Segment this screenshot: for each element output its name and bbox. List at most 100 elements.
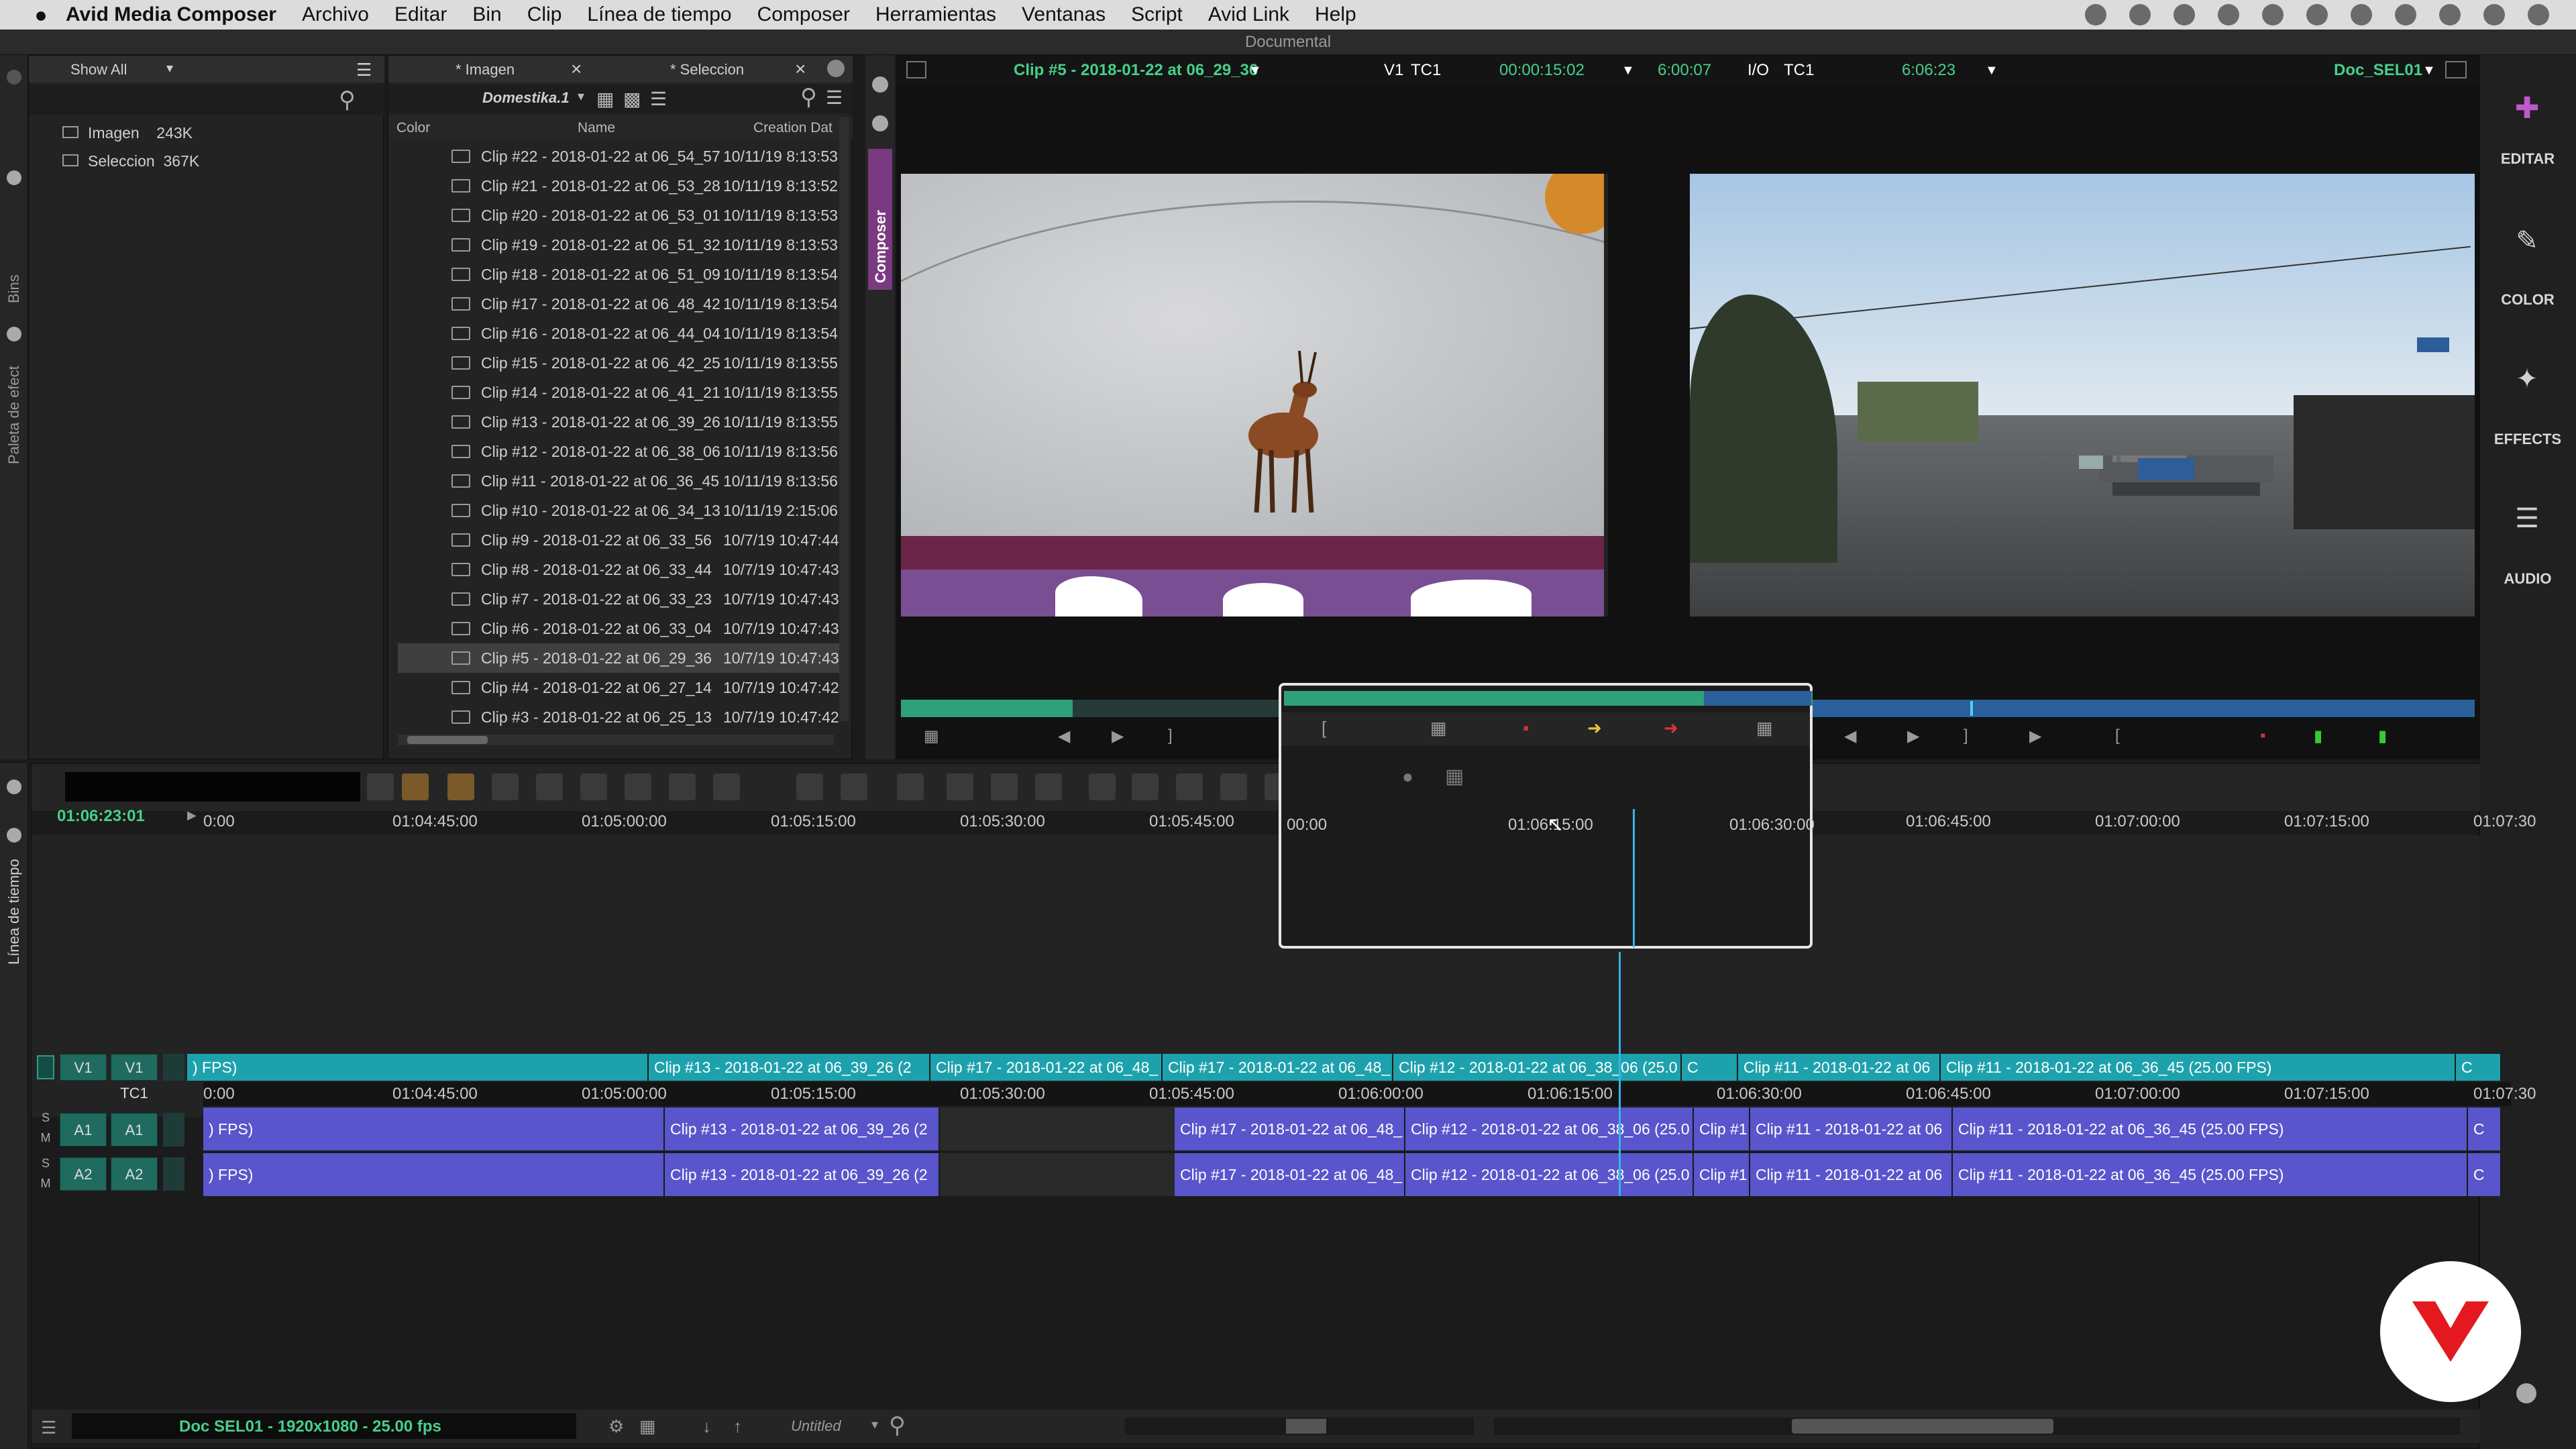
tab-seleccion[interactable]: * Seleccion: [670, 61, 744, 78]
timeline-scroll-thumb[interactable]: [1792, 1419, 2053, 1434]
search-icon[interactable]: ⚲: [339, 87, 356, 113]
play-icon[interactable]: ▶: [1112, 727, 1124, 746]
col-color[interactable]: Color: [396, 120, 430, 136]
bluetooth-icon[interactable]: [2306, 4, 2328, 25]
hamburger-icon[interactable]: ☰: [356, 60, 372, 80]
timeline-tab[interactable]: Línea de tiempo: [5, 859, 23, 965]
mark-out-icon[interactable]: ]: [1168, 727, 1173, 745]
notification-icon[interactable]: [2528, 4, 2549, 25]
panel-menu-icon[interactable]: [2516, 1383, 2536, 1403]
chevron-down-icon[interactable]: ▾: [578, 88, 584, 105]
bin-h-scrollbar[interactable]: [398, 735, 834, 745]
menu-ventanas[interactable]: Ventanas: [1022, 3, 1106, 26]
a1-lock[interactable]: [163, 1113, 184, 1146]
render-icon[interactable]: [841, 773, 867, 800]
layout-icon[interactable]: ▦: [639, 1416, 656, 1437]
search-icon[interactable]: [2439, 4, 2461, 25]
panel-menu-icon[interactable]: [827, 60, 845, 77]
close-icon[interactable]: [872, 115, 888, 131]
clip-row[interactable]: Clip #18 - 2018-01-22 at 06_51_09 10/11/1…: [398, 260, 841, 289]
v1-source-label[interactable]: V1: [60, 1054, 107, 1081]
a1-clip[interactable]: Clip #13 - 2018-01-22 at 06_39_26 (2: [665, 1108, 940, 1150]
a1-clip[interactable]: Clip #11 - 2018-01-22 at 06: [1750, 1108, 1953, 1150]
panel-menu-icon[interactable]: [7, 780, 21, 794]
v1-clip[interactable]: Clip #11 - 2018-01-22 at 06_36_45 (25.00…: [1941, 1054, 2456, 1081]
step-back-icon[interactable]: ◀: [1058, 727, 1070, 746]
cloud-icon[interactable]: [2174, 4, 2195, 25]
v1-lock[interactable]: [163, 1054, 184, 1081]
a2-source-label[interactable]: A2: [60, 1157, 107, 1191]
clip-row[interactable]: Clip #21 - 2018-01-22 at 06_53_28 10/11/1…: [398, 171, 841, 201]
mark-in-icon[interactable]: [: [2115, 727, 2120, 745]
menu-bin[interactable]: Bin: [472, 3, 501, 26]
a1-clip[interactable]: C: [2468, 1108, 2502, 1150]
hamburger-icon[interactable]: ☰: [41, 1417, 56, 1438]
clip-row[interactable]: Clip #20 - 2018-01-22 at 06_53_01 10/11/1…: [398, 201, 841, 230]
v1-clip[interactable]: Clip #17 - 2018-01-22 at 06_48_: [1163, 1054, 1393, 1081]
extract-icon[interactable]: [536, 773, 563, 800]
close-icon[interactable]: ×: [571, 58, 582, 80]
a1-clip[interactable]: ) FPS): [203, 1108, 665, 1150]
mark-out-icon[interactable]: ]: [1964, 727, 1968, 745]
clip-row[interactable]: Clip #9 - 2018-01-22 at 06_33_56 10/7/19 …: [398, 525, 841, 555]
menu-linea-de-tiempo[interactable]: Línea de tiempo: [587, 3, 731, 26]
script-view-icon[interactable]: ☰: [650, 88, 667, 110]
clip-row[interactable]: Clip #13 - 2018-01-22 at 06_39_26 10/11/1…: [398, 407, 841, 437]
segment-icon[interactable]: [625, 773, 651, 800]
tab-imagen[interactable]: * Imagen: [455, 61, 515, 78]
audio-waveform-icon[interactable]: ☰: [2510, 503, 2544, 538]
menu-app[interactable]: Avid Media Composer: [66, 3, 276, 26]
grid-view-icon[interactable]: ▩: [623, 88, 641, 110]
play-icon[interactable]: ▶: [1907, 727, 1919, 746]
bin-item-imagen[interactable]: Imagen 243K: [62, 119, 199, 147]
menu-editar[interactable]: Editar: [394, 3, 447, 26]
v1-clip[interactable]: C: [1682, 1054, 1738, 1081]
step-back-icon[interactable]: ◀: [1844, 727, 1856, 746]
col-creation-date[interactable]: Creation Dat: [753, 120, 833, 136]
splice-in-icon[interactable]: [402, 773, 429, 800]
menu-clip[interactable]: Clip: [527, 3, 562, 26]
clip-row[interactable]: Clip #14 - 2018-01-22 at 06_41_21 10/11/1…: [398, 378, 841, 407]
zoom-playhead[interactable]: [1633, 809, 1635, 947]
bin-view-select[interactable]: Domestika.1: [482, 89, 570, 107]
timeline-menu-icon[interactable]: [367, 773, 394, 800]
v1-record-label[interactable]: V1: [111, 1054, 158, 1081]
a2-solo-mute[interactable]: SM: [37, 1153, 54, 1193]
menu-avid-link[interactable]: Avid Link: [1208, 3, 1289, 26]
a2-clip[interactable]: Clip #11 - 2018-01-22 at 06_36_45 (25.00…: [1953, 1153, 2468, 1196]
keyframe-icon[interactable]: [1176, 773, 1203, 800]
camera-icon[interactable]: ▦: [1445, 765, 1464, 788]
v1-clip[interactable]: Clip #11 - 2018-01-22 at 06: [1738, 1054, 1941, 1081]
clip-icon[interactable]: ▦: [1756, 718, 1773, 739]
v1-clip[interactable]: Clip #12 - 2018-01-22 at 06_38_06 (25.0: [1393, 1054, 1682, 1081]
bins-tab[interactable]: Bins: [5, 274, 23, 303]
a2-clip[interactable]: C: [2468, 1153, 2502, 1196]
mountain-icon[interactable]: [1220, 773, 1247, 800]
clip-row[interactable]: Clip #22 - 2018-01-22 at 06_54_57 10/11/1…: [398, 142, 841, 171]
clip-row[interactable]: Clip #19 - 2018-01-22 at 06_51_32 10/11/1…: [398, 230, 841, 260]
chevron-down-icon[interactable]: ▼: [1248, 56, 1262, 85]
ripple-icon[interactable]: [669, 773, 696, 800]
clip-row[interactable]: Clip #17 - 2018-01-22 at 06_48_42 10/11/1…: [398, 289, 841, 319]
bin-item-seleccion[interactable]: Seleccion 367K: [62, 147, 199, 175]
v1-clip[interactable]: ) FPS): [187, 1054, 649, 1081]
menu-herramientas[interactable]: Herramientas: [875, 3, 996, 26]
effects-tab[interactable]: Paleta de efect: [5, 366, 23, 464]
search-icon[interactable]: ⚲: [800, 84, 817, 111]
play-icon[interactable]: ▶: [187, 808, 197, 822]
a2-clip[interactable]: Clip #13 - 2018-01-22 at 06_39_26 (2: [665, 1153, 940, 1196]
clip-row[interactable]: Clip #15 - 2018-01-22 at 06_42_25 10/11/1…: [398, 348, 841, 378]
bin-scrollbar[interactable]: [839, 117, 849, 721]
record-monitor-frame[interactable]: [1690, 174, 2475, 616]
disable-icon[interactable]: [1132, 773, 1159, 800]
monitor-menu-icon[interactable]: [2445, 61, 2467, 78]
a2-record-label[interactable]: A2: [111, 1157, 158, 1191]
add-marker-icon[interactable]: ▪: [1523, 718, 1529, 739]
audio-meter-icon[interactable]: ▮: [2314, 727, 2322, 746]
sequence-name[interactable]: Doc_SEL01: [2334, 56, 2422, 85]
a1-clip[interactable]: Clip #11 - 2018-01-22 at 06_36_45 (25.00…: [1953, 1108, 2468, 1150]
search-icon[interactable]: ⚲: [889, 1412, 906, 1439]
show-all-filter[interactable]: Show All: [70, 61, 127, 78]
zoom-popup[interactable]: [ ▦ ▪ ➜ ➜ ▦ ● ▦ 00:00 01:06:15:00 01:06:30…: [1279, 683, 1815, 949]
edit-workspace-icon[interactable]: ✚: [2510, 91, 2544, 126]
